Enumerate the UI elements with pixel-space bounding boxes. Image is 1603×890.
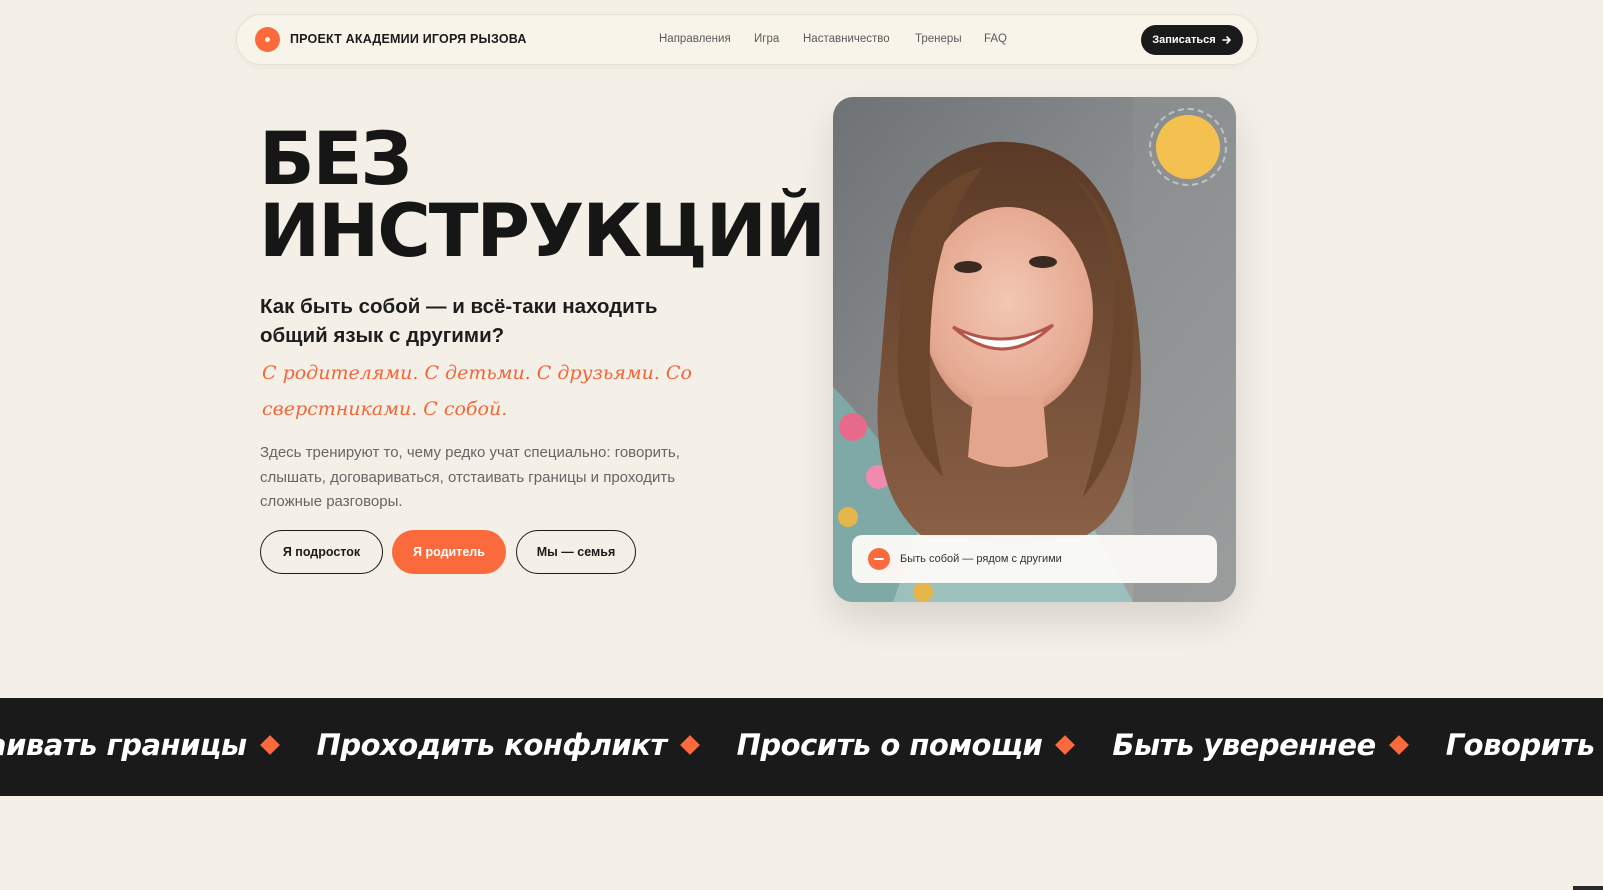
sun-badge-icon <box>1149 108 1227 186</box>
diamond-icon <box>679 735 700 755</box>
hero-script-tagline: С родителями. С детьми. С друзьями. Со с… <box>262 362 692 420</box>
marquee-item: Быть увереннее <box>1112 728 1445 762</box>
marquee-item-text: Проходить конфликт <box>316 728 668 762</box>
nav-link-faq[interactable]: FAQ <box>984 33 1007 45</box>
nav-link-directions[interactable]: Направления <box>659 33 731 45</box>
hero-description: Здесь тренируют то, чему редко учат спец… <box>260 444 680 510</box>
skills-marquee: аивать границы Проходить конфликт Просит… <box>0 698 1603 796</box>
hero-title: БЕЗ ИНСТРУКЦИЙ <box>259 117 826 274</box>
minus-circle-icon <box>868 548 890 570</box>
nav-link-game[interactable]: Игра <box>754 33 779 45</box>
marquee-item-text: Говорить о себе <box>1445 728 1603 762</box>
marquee-item-text: Просить о помощи <box>736 728 1043 762</box>
marquee-item: Проходить конфликт <box>317 728 737 762</box>
signup-button[interactable]: Записаться <box>1141 25 1243 55</box>
teen-button[interactable]: Я подросток <box>260 530 383 574</box>
marquee-item-text: аивать границы <box>0 728 247 762</box>
main-nav: Направления Игра Наставничество Тренеры … <box>237 33 1257 49</box>
photo-caption-text: Быть собой — рядом с другими <box>900 553 1062 565</box>
marquee-item: аивать границы <box>0 728 317 762</box>
diamond-icon <box>259 735 280 755</box>
photo-caption: Быть собой — рядом с другими <box>852 535 1217 583</box>
signup-button-label: Записаться <box>1152 34 1216 46</box>
scroll-indicator <box>1573 886 1603 890</box>
hero-question: Как быть собой — и всё-таки находить общ… <box>260 295 658 347</box>
hero-title-line-1: БЕЗ <box>259 117 412 202</box>
marquee-track: аивать границы Проходить конфликт Просит… <box>0 728 1603 762</box>
hero-title-line-2: ИНСТРУКЦИЙ <box>259 189 826 274</box>
arrow-right-icon <box>1221 35 1232 45</box>
top-navbar: ПРОЕКТ АКАДЕМИИ ИГОРЯ РЫЗОВА Направления… <box>236 14 1258 65</box>
diamond-icon <box>1055 735 1076 755</box>
diamond-icon <box>1388 735 1409 755</box>
family-button[interactable]: Мы — семья <box>516 530 636 574</box>
nav-link-mentoring[interactable]: Наставничество <box>803 33 890 45</box>
marquee-item: Просить о помощи <box>737 728 1113 762</box>
marquee-item-text: Быть увереннее <box>1112 728 1376 762</box>
marquee-item: Говорить о себе <box>1446 728 1603 762</box>
nav-link-trainers[interactable]: Тренеры <box>915 33 962 45</box>
parent-button[interactable]: Я родитель <box>392 530 506 574</box>
